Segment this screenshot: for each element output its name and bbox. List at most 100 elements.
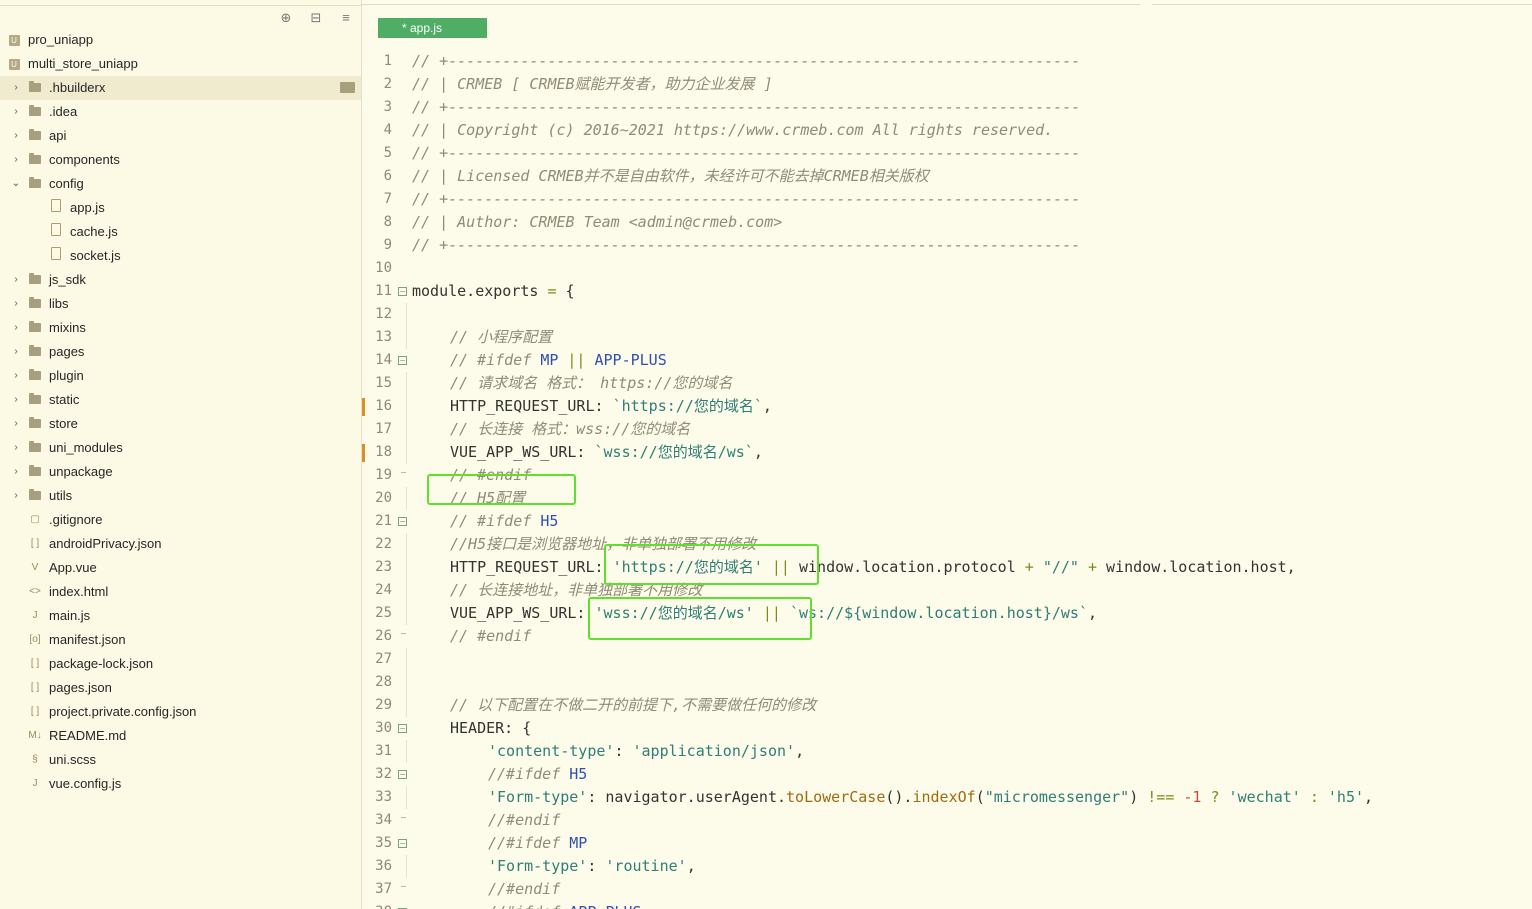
- code-line[interactable]: 22//H5接口是浏览器地址，非单独部署不用修改: [362, 533, 1532, 556]
- tree-folder[interactable]: › mixins: [0, 316, 361, 340]
- code-line[interactable]: 37 //#endif: [362, 878, 1532, 901]
- code-line[interactable]: 25 VUE_APP_WS_URL: 'wss://您的域名/ws' || `ws…: [362, 602, 1532, 625]
- tree-file[interactable]: socket.js: [0, 244, 361, 268]
- chevron-right-icon[interactable]: ›: [10, 292, 22, 316]
- code-line[interactable]: 21− // #ifdef H5: [362, 510, 1532, 533]
- fold-toggle-icon[interactable]: −: [398, 287, 407, 296]
- tree-file[interactable]: [o] manifest.json: [0, 628, 361, 652]
- tree-file[interactable]: [ ] pages.json: [0, 676, 361, 700]
- code-line[interactable]: 23 HTTP_REQUEST_URL: 'https://您的域名' || wi…: [362, 556, 1532, 579]
- open-folder-icon[interactable]: [340, 82, 355, 93]
- fold-guide: [406, 372, 407, 395]
- tree-file[interactable]: Jmain.js: [0, 604, 361, 628]
- tree-project[interactable]: Umulti_store_uniapp: [0, 52, 361, 76]
- fold-toggle-icon[interactable]: −: [398, 517, 407, 526]
- tree-project[interactable]: Upro_uniapp: [0, 28, 361, 52]
- tree-folder[interactable]: › utils: [0, 484, 361, 508]
- code-line[interactable]: 27: [362, 648, 1532, 671]
- code-line[interactable]: 32− //#ifdef H5: [362, 763, 1532, 786]
- fold-toggle-icon[interactable]: −: [398, 770, 407, 779]
- code-line[interactable]: 17 // 长连接 格式：wss://您的域名: [362, 418, 1532, 441]
- code-line[interactable]: 26 // #endif: [362, 625, 1532, 648]
- code-line[interactable]: 15 // 请求域名 格式： https://您的域名: [362, 372, 1532, 395]
- tree-file[interactable]: § uni.scss: [0, 748, 361, 772]
- chevron-right-icon[interactable]: ›: [10, 436, 22, 460]
- fold-toggle-icon[interactable]: −: [398, 839, 407, 848]
- code-line[interactable]: 7 // +-----------------------------------…: [362, 188, 1532, 211]
- tree-folder[interactable]: › api: [0, 124, 361, 148]
- code-line[interactable]: 28: [362, 671, 1532, 694]
- tree-folder[interactable]: › libs: [0, 292, 361, 316]
- folder-icon: [28, 460, 42, 484]
- code-line[interactable]: 6 // | Licensed CRMEB并不是自由软件，未经许可不能去掉CRME…: [362, 165, 1532, 188]
- chevron-right-icon[interactable]: ›: [10, 268, 22, 292]
- code-line[interactable]: 13 // 小程序配置: [362, 326, 1532, 349]
- code-token: // #ifdef: [450, 512, 541, 530]
- chevron-right-icon[interactable]: ›: [10, 124, 22, 148]
- code-line[interactable]: 5 // +-----------------------------------…: [362, 142, 1532, 165]
- code-line[interactable]: 10: [362, 257, 1532, 280]
- tree-file[interactable]: cache.js: [0, 220, 361, 244]
- code-line[interactable]: 34 //#endif: [362, 809, 1532, 832]
- chevron-right-icon[interactable]: ›: [10, 364, 22, 388]
- locate-file-icon[interactable]: ⊕: [277, 10, 295, 26]
- code-line[interactable]: 4 // | Copyright (c) 2016~2021 https://ww…: [362, 119, 1532, 142]
- code-line[interactable]: 29 // 以下配置在不做二开的前提下,不需要做任何的修改: [362, 694, 1532, 717]
- code-line[interactable]: 24// 长连接地址，非单独部署不用修改: [362, 579, 1532, 602]
- tree-folder[interactable]: ⌄ config: [0, 172, 361, 196]
- code-line[interactable]: 31 'content-type': 'application/json',: [362, 740, 1532, 763]
- code-line[interactable]: 35− //#ifdef MP: [362, 832, 1532, 855]
- tree-folder[interactable]: › pages: [0, 340, 361, 364]
- project-explorer: ⊕ ⊟ ≡ Upro_uniapp Umulti_store_uniapp › .hb…: [0, 0, 362, 909]
- tree-folder[interactable]: › js_sdk: [0, 268, 361, 292]
- tree-file[interactable]: ▢ .gitignore: [0, 508, 361, 532]
- fold-toggle-icon[interactable]: −: [398, 724, 407, 733]
- code-line[interactable]: 16 HTTP_REQUEST_URL: `https://您的域名`,: [362, 395, 1532, 418]
- code-line[interactable]: 9 // +-----------------------------------…: [362, 234, 1532, 257]
- tab-app-js[interactable]: * app.js: [378, 18, 487, 38]
- code-line[interactable]: 33 'Form-type': navigator.userAgent.toLow…: [362, 786, 1532, 809]
- code-line[interactable]: 3 // +-----------------------------------…: [362, 96, 1532, 119]
- code-line[interactable]: 1 // +-----------------------------------…: [362, 50, 1532, 73]
- collapse-all-icon[interactable]: ⊟: [307, 10, 325, 26]
- tree-folder[interactable]: › unpackage: [0, 460, 361, 484]
- code-line[interactable]: 30− HEADER: {: [362, 717, 1532, 740]
- tree-file[interactable]: <> index.html: [0, 580, 361, 604]
- code-line[interactable]: 18 VUE_APP_WS_URL: `wss://您的域名/ws`,: [362, 441, 1532, 464]
- chevron-right-icon[interactable]: ›: [10, 388, 22, 412]
- tree-file[interactable]: [ ] package-lock.json: [0, 652, 361, 676]
- code-line[interactable]: 36 'Form-type': 'routine',: [362, 855, 1532, 878]
- chevron-right-icon[interactable]: ›: [10, 316, 22, 340]
- code-line[interactable]: 12: [362, 303, 1532, 326]
- code-line[interactable]: 8 // | Author: CRMEB Team <admin@crmeb.co…: [362, 211, 1532, 234]
- code-line[interactable]: 14− // #ifdef MP || APP-PLUS: [362, 349, 1532, 372]
- code-line[interactable]: 11− module.exports = {: [362, 280, 1532, 303]
- tree-folder[interactable]: › components: [0, 148, 361, 172]
- chevron-right-icon[interactable]: ›: [10, 148, 22, 172]
- tree-folder[interactable]: › static: [0, 388, 361, 412]
- tree-file[interactable]: V App.vue: [0, 556, 361, 580]
- tree-folder[interactable]: › uni_modules: [0, 436, 361, 460]
- chevron-right-icon[interactable]: ›: [10, 76, 22, 100]
- tree-folder[interactable]: › plugin: [0, 364, 361, 388]
- chevron-right-icon[interactable]: ›: [10, 484, 22, 508]
- code-editor[interactable]: * app.js 1 // +--------------------------…: [362, 0, 1532, 909]
- chevron-right-icon[interactable]: ›: [10, 340, 22, 364]
- tree-folder[interactable]: › .hbuilderx: [0, 76, 361, 100]
- tree-file[interactable]: [ ] androidPrivacy.json: [0, 532, 361, 556]
- tree-file[interactable]: app.js: [0, 196, 361, 220]
- tree-file[interactable]: M↓ README.md: [0, 724, 361, 748]
- code-line[interactable]: 2 // | CRMEB [ CRMEB赋能开发者，助力企业发展 ]: [362, 73, 1532, 96]
- tree-folder[interactable]: › store: [0, 412, 361, 436]
- chevron-right-icon[interactable]: ›: [10, 100, 22, 124]
- fold-toggle-icon[interactable]: −: [398, 356, 407, 365]
- chevron-down-icon[interactable]: ⌄: [10, 172, 22, 196]
- menu-icon[interactable]: ≡: [337, 10, 355, 26]
- code-line[interactable]: 38−//#ifdef APP-PLUS: [362, 901, 1532, 909]
- tree-folder[interactable]: › .idea: [0, 100, 361, 124]
- chevron-right-icon[interactable]: ›: [10, 460, 22, 484]
- tree-file[interactable]: [ ] project.private.config.json: [0, 700, 361, 724]
- tree-item-label: store: [49, 416, 78, 431]
- tree-file[interactable]: Jvue.config.js: [0, 772, 361, 796]
- chevron-right-icon[interactable]: ›: [10, 412, 22, 436]
